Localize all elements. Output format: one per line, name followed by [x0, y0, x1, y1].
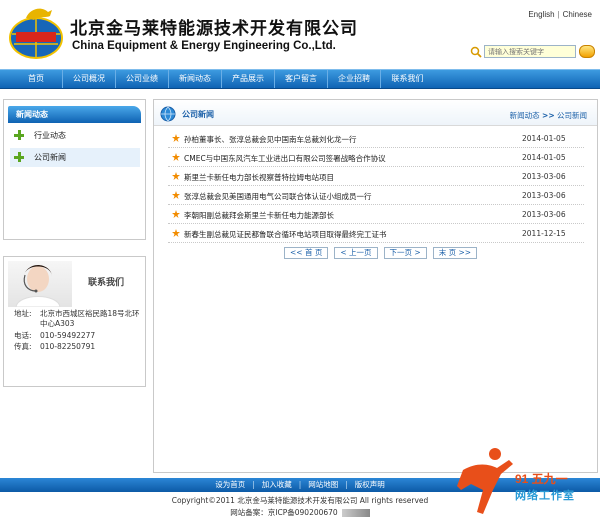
- language-switcher: English | Chinese: [528, 10, 592, 19]
- horse-globe-logo[interactable]: [8, 4, 66, 60]
- nav-guestbook[interactable]: 客户留言: [275, 70, 328, 88]
- first-page-button[interactable]: << 首 页: [284, 247, 329, 259]
- footer-copyright-link[interactable]: 版权声明: [349, 480, 391, 489]
- news-date: 2011-12-15: [522, 229, 566, 238]
- breadcrumb-news-link[interactable]: 新闻动态: [510, 111, 540, 120]
- star-bullet-icon: [172, 191, 180, 199]
- lang-separator: |: [557, 10, 560, 19]
- news-title[interactable]: 张淳总裁会见美国通用电气公司联合体认证小组成员一行: [184, 191, 372, 202]
- plus-icon: [14, 152, 24, 162]
- main-nav: 首页 公司概况 公司业绩 新闻动态 产品展示 客户留言 企业招聘 联系我们: [0, 69, 600, 89]
- search-button[interactable]: [579, 45, 595, 58]
- sidebar-item-label: 行业动态: [34, 131, 66, 140]
- breadcrumb-current[interactable]: 公司新闻: [557, 111, 587, 120]
- contact-address: 地址: 北京市西城区裕民路18号北环: [14, 309, 140, 319]
- sidebar-item-company-news[interactable]: 公司新闻: [10, 148, 140, 167]
- news-list-item[interactable]: 李朝阳副总裁拜会斯里兰卡新任电力能源部长 2013-03-06: [168, 205, 584, 224]
- last-page-button[interactable]: 末 页 >>: [432, 247, 478, 259]
- news-title[interactable]: CMEC与中国东风汽车工业进出口有限公司签署战略合作协议: [184, 153, 386, 164]
- company-name-cn: 北京金马莱特能源技术开发有限公司: [70, 19, 358, 39]
- nav-contact[interactable]: 联系我们: [381, 70, 434, 88]
- footer-favorite-link[interactable]: 加入收藏: [256, 480, 298, 489]
- news-title[interactable]: 孙柏董事长、张淳总裁会见中国南车总裁刘化龙一行: [184, 134, 357, 145]
- search-bar: [470, 44, 596, 60]
- news-date: 2014-01-05: [522, 134, 566, 143]
- news-date: 2013-03-06: [522, 172, 566, 181]
- star-bullet-icon: [172, 134, 180, 142]
- sidebar-contact-panel: 联系我们 地址: 北京市西城区裕民路18号北环 中心A303 电话: 010-594…: [3, 256, 146, 387]
- sidebar-item-label: 公司新闻: [34, 153, 66, 162]
- news-title[interactable]: 新春生副总裁见证民都鲁联合循环电站项目取得最终完工证书: [184, 229, 387, 240]
- nav-recruitment[interactable]: 企业招聘: [328, 70, 381, 88]
- news-date: 2014-01-05: [522, 153, 566, 162]
- sidebar-item-industry-news[interactable]: 行业动态: [10, 126, 140, 145]
- customer-service-photo: [8, 261, 72, 307]
- phone-value: 010-59492277: [40, 331, 96, 340]
- main-content-panel: 公司新闻 新闻动态 >> 公司新闻 孙柏董事长、张淳总裁会见中国南车总裁刘化龙一…: [153, 99, 598, 473]
- contact-fax: 传真: 010-82250791: [14, 342, 95, 352]
- watermark-text: 网络工作室: [515, 489, 575, 502]
- star-bullet-icon: [172, 153, 180, 161]
- news-date: 2013-03-06: [522, 210, 566, 219]
- nav-products[interactable]: 产品展示: [222, 70, 275, 88]
- news-title[interactable]: 李朝阳副总裁拜会斯里兰卡新任电力能源部长: [184, 210, 334, 221]
- news-title[interactable]: 斯里兰卡新任电力部长视察普特拉姆电站项目: [184, 172, 334, 183]
- globe-icon: [160, 106, 176, 122]
- studio-watermark: 91 五九一 网络工作室: [453, 440, 600, 522]
- fax-label: 传真:: [14, 342, 32, 351]
- star-bullet-icon: [172, 210, 180, 218]
- sidebar-news-title: 新闻动态: [8, 106, 141, 123]
- content-header: 公司新闻 新闻动态 >> 公司新闻: [154, 100, 597, 126]
- news-list-item[interactable]: 孙柏董事长、张淳总裁会见中国南车总裁刘化龙一行 2014-01-05: [168, 129, 584, 148]
- lang-chinese-link[interactable]: Chinese: [563, 10, 592, 19]
- search-input[interactable]: [484, 45, 576, 58]
- phone-label: 电话:: [14, 331, 32, 340]
- search-icon: [470, 46, 482, 58]
- star-bullet-icon: [172, 229, 180, 237]
- next-page-button[interactable]: 下一页 >: [383, 247, 427, 259]
- page-title: 公司新闻: [182, 110, 214, 119]
- address-label: 地址:: [14, 309, 32, 318]
- sidebar-news-panel: 新闻动态 行业动态 公司新闻: [3, 99, 146, 240]
- news-date: 2013-03-06: [522, 191, 566, 200]
- nav-news[interactable]: 新闻动态: [169, 70, 222, 88]
- contact-title: 联系我们: [88, 278, 125, 288]
- breadcrumb: 新闻动态 >> 公司新闻: [510, 110, 587, 121]
- prev-page-button[interactable]: < 上一页: [334, 247, 378, 259]
- star-bullet-icon: [172, 172, 180, 180]
- lang-english-link[interactable]: English: [528, 10, 554, 19]
- news-list-item[interactable]: 张淳总裁会见美国通用电气公司联合体认证小组成员一行 2013-03-06: [168, 186, 584, 205]
- fax-value: 010-82250791: [40, 342, 96, 351]
- nav-company-overview[interactable]: 公司概况: [63, 70, 116, 88]
- contact-phone: 电话: 010-59492277: [14, 331, 95, 341]
- breadcrumb-separator: >>: [542, 111, 555, 120]
- running-figure-icon: [457, 448, 513, 514]
- footer-sitemap-link[interactable]: 网站地图: [302, 480, 344, 489]
- plus-icon: [14, 130, 24, 140]
- footer-set-homepage-link[interactable]: 设为首页: [209, 480, 251, 489]
- nav-home[interactable]: 首页: [10, 70, 63, 88]
- company-name-en: China Equipment & Energy Engineering Co.…: [72, 40, 336, 52]
- site-header: 北京金马莱特能源技术开发有限公司 China Equipment & Energ…: [0, 0, 600, 70]
- icp-text: 网站备案：京ICP备090200670: [230, 508, 338, 517]
- news-list-item[interactable]: 新春生副总裁见证民都鲁联合循环电站项目取得最终完工证书 2011-12-15: [168, 224, 584, 243]
- address-value-line1: 北京市西城区裕民路18号北环: [40, 309, 140, 318]
- nav-company-performance[interactable]: 公司业绩: [116, 70, 169, 88]
- news-list-item[interactable]: 斯里兰卡新任电力部长视察普特拉姆电站项目 2013-03-06: [168, 167, 584, 186]
- address-value-line2: 中心A303: [40, 319, 75, 328]
- cnzz-badge-icon[interactable]: [341, 509, 370, 517]
- pagination: << 首 页 < 上一页 下一页 > 末 页 >>: [284, 247, 478, 259]
- watermark-number: 91 五九一: [515, 472, 568, 486]
- news-list-item[interactable]: CMEC与中国东风汽车工业进出口有限公司签署战略合作协议 2014-01-05: [168, 148, 584, 167]
